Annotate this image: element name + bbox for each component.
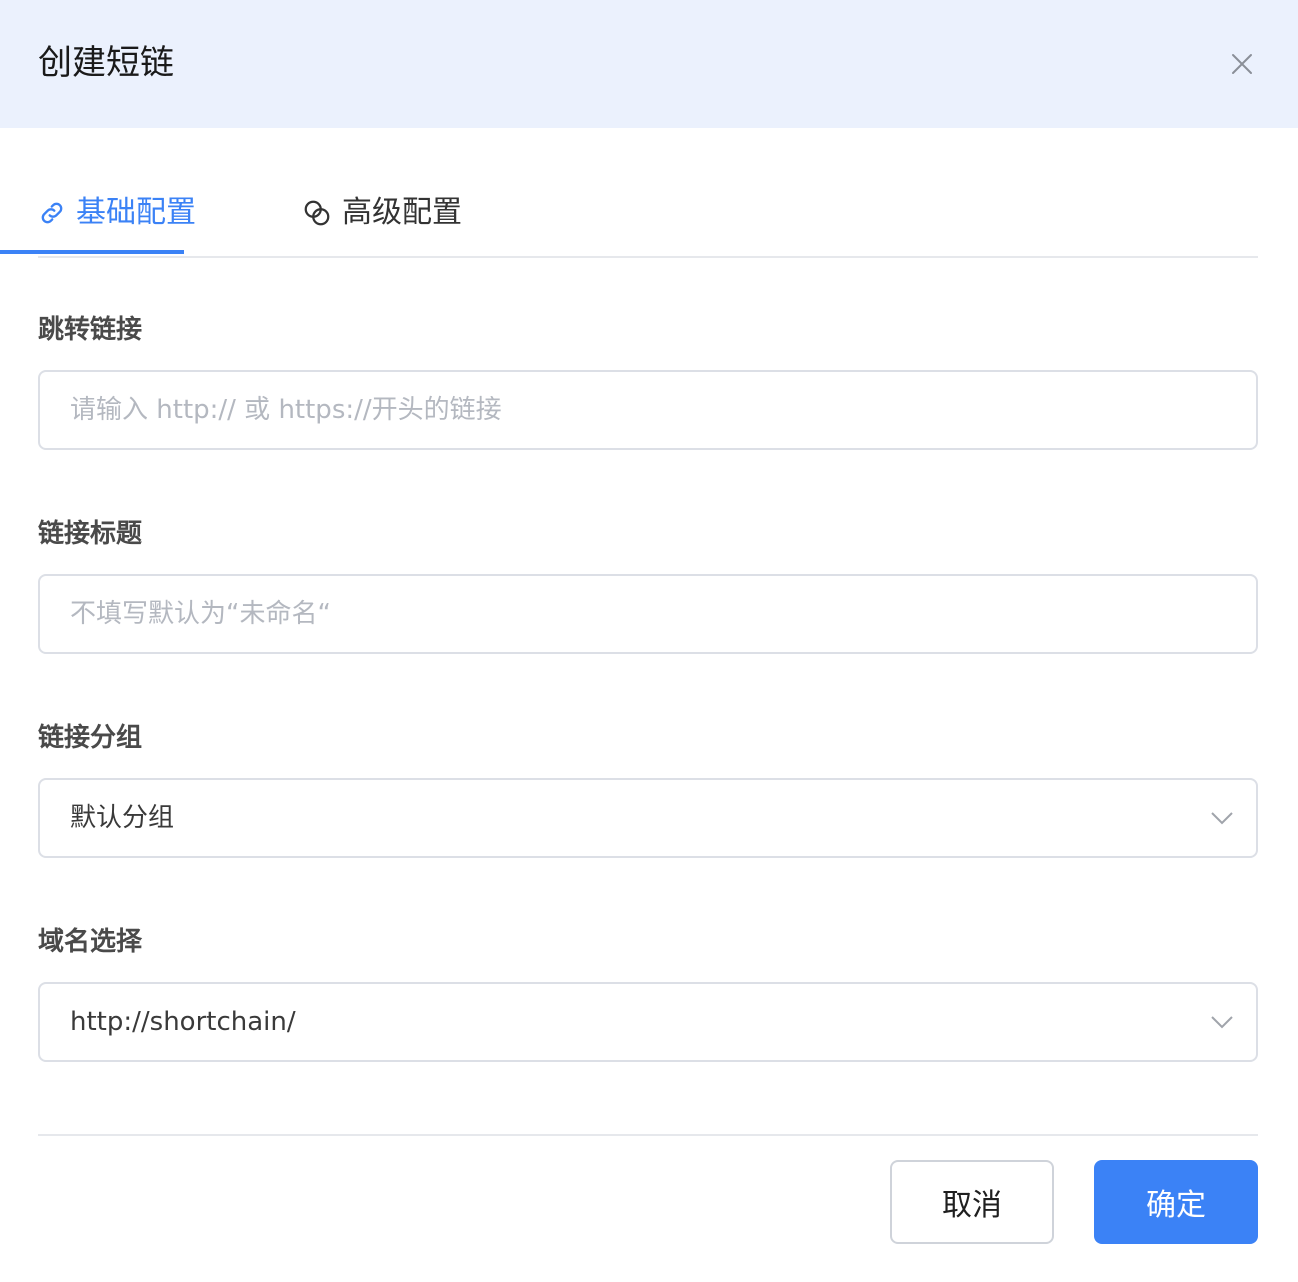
link-group-label: 链接分组 xyxy=(38,723,143,753)
advanced-link-icon xyxy=(302,188,332,238)
tab-basic-config-label: 基础配置 xyxy=(76,195,196,230)
link-title-label: 链接标题 xyxy=(38,519,143,549)
chevron-down-icon xyxy=(1208,1010,1236,1034)
tab-advanced-config[interactable]: 高级配置 xyxy=(302,188,462,252)
link-group-select[interactable]: 默认分组 xyxy=(38,778,1258,858)
domain-label: 域名选择 xyxy=(38,927,143,957)
redirect-link-label: 跳转链接 xyxy=(38,315,143,345)
active-tab-indicator xyxy=(0,250,184,254)
domain-select[interactable]: http://shortchain/ xyxy=(38,982,1258,1062)
dialog-title: 创建短链 xyxy=(38,43,174,83)
link-icon xyxy=(38,188,66,238)
redirect-link-field xyxy=(38,370,1258,450)
tab-advanced-config-label: 高级配置 xyxy=(342,195,462,230)
dialog-header: 创建短链 xyxy=(0,0,1298,128)
link-title-field xyxy=(38,574,1258,654)
redirect-link-input[interactable] xyxy=(40,372,1256,448)
link-title-input[interactable] xyxy=(40,576,1256,652)
confirm-button[interactable]: 确定 xyxy=(1094,1160,1258,1244)
tab-bar: 基础配置 高级配置 xyxy=(38,180,1258,258)
cancel-button[interactable]: 取消 xyxy=(890,1160,1054,1244)
link-group-value: 默认分组 xyxy=(70,803,175,833)
domain-value: http://shortchain/ xyxy=(70,1007,296,1037)
chevron-down-icon xyxy=(1208,806,1236,830)
tab-basic-config[interactable]: 基础配置 xyxy=(38,188,196,252)
close-icon[interactable] xyxy=(1224,46,1260,82)
footer-divider xyxy=(38,1134,1258,1136)
